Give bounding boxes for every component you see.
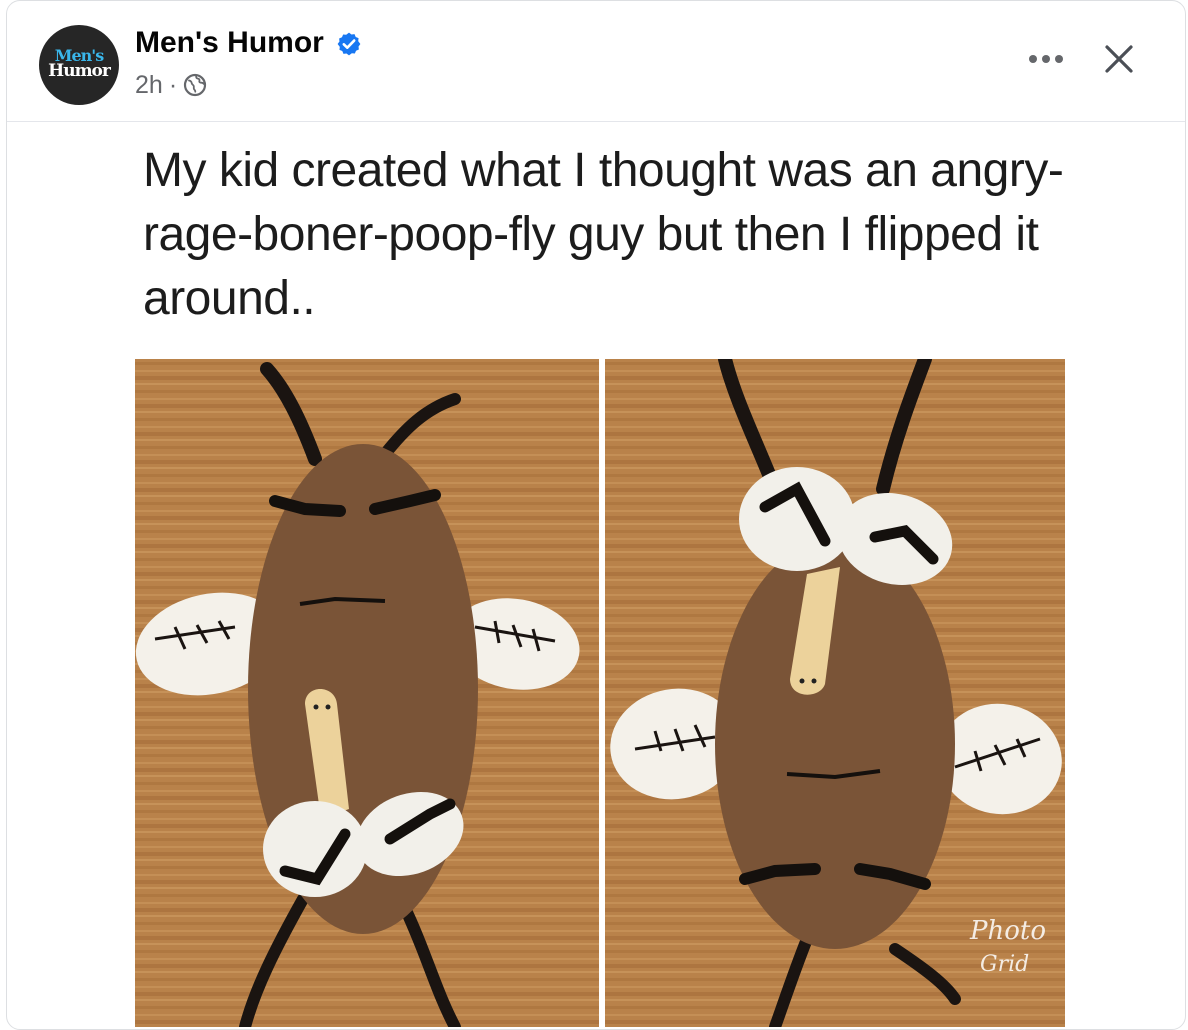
- page-name-link[interactable]: Men's Humor: [135, 25, 324, 61]
- photo-watermark: Photo: [969, 916, 1046, 946]
- post-time[interactable]: 2h: [135, 69, 163, 101]
- post-card: Men's Humor Men's Humor 2h · My kid crea…: [6, 0, 1186, 1030]
- avatar-logo-line2: Humor: [48, 61, 111, 81]
- close-icon[interactable]: [1097, 37, 1141, 81]
- post-header: Men's Humor Men's Humor 2h ·: [7, 1, 1185, 122]
- more-horizontal-icon[interactable]: [1023, 41, 1069, 77]
- post-caption: My kid created what I thought was an ang…: [143, 144, 1064, 325]
- meta-separator: ·: [168, 71, 178, 99]
- post-meta: 2h ·: [135, 69, 207, 101]
- avatar[interactable]: Men's Humor: [39, 25, 119, 105]
- post-image[interactable]: Photo Grid: [135, 359, 1065, 1027]
- page-name-row: Men's Humor: [135, 25, 362, 61]
- left-photo-panel: [135, 359, 599, 1027]
- photo-watermark-grid: Grid: [980, 952, 1029, 977]
- globe-icon[interactable]: [183, 73, 207, 97]
- verified-badge-icon: [336, 30, 362, 56]
- right-photo-panel: Photo Grid: [605, 359, 1065, 1027]
